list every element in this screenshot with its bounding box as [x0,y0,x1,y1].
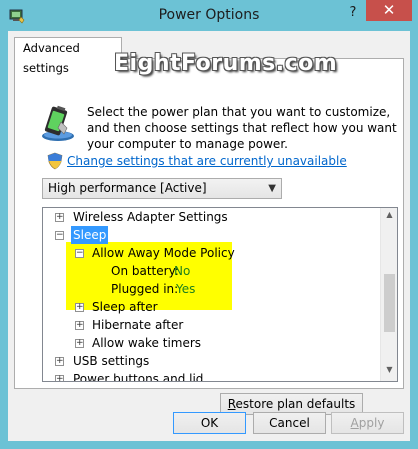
tree-item-sleep[interactable]: − Sleep [43,226,383,244]
chevron-down-icon[interactable]: ▼ [268,179,276,198]
power-options-window: Power Options ? ✕ EightForums.com Advanc… [0,0,418,449]
title-bar[interactable]: Power Options ? ✕ [0,0,418,32]
restore-label: estore plan defaults [235,397,356,411]
collapse-minus-icon[interactable]: − [75,249,84,258]
apply-label: pply [358,416,385,430]
expand-plus-icon[interactable]: + [75,303,84,312]
collapse-minus-icon[interactable]: − [55,231,64,240]
tree-item-label: On battery: [111,264,179,278]
tree-item-plugged-in[interactable]: Plugged in: Yes [43,280,383,298]
tree-item-label: Wireless Adapter Settings [73,210,228,224]
vertical-scrollbar[interactable]: ▲ ▼ [380,208,397,381]
tab-panel: Select the power plan that you want to c… [14,58,404,415]
power-plan-dropdown[interactable]: High performance [Active] ▼ [42,178,282,199]
expand-plus-icon[interactable]: + [55,213,64,222]
dialog-client-area: EightForums.com Advanced settings Select… [8,31,410,441]
plugged-in-value[interactable]: Yes [176,280,195,298]
on-battery-value[interactable]: No [174,262,190,280]
tree-item-usb-settings[interactable]: + USB settings [43,352,383,370]
tree-item-label: USB settings [73,354,150,368]
apply-access-key: A [350,416,359,430]
tree-item-label: Power buttons and lid [73,372,204,382]
battery-icon [42,105,74,141]
tree-item-label: Hibernate after [92,318,184,332]
change-settings-link[interactable]: Change settings that are currently unava… [67,154,347,168]
ok-button[interactable]: OK [173,412,246,434]
tree-item-label: Sleep [71,226,109,244]
tab-advanced-settings[interactable]: Advanced settings [14,37,122,75]
apply-button[interactable]: Apply [331,412,404,434]
tree-item-hibernate-after[interactable]: + Hibernate after [43,316,383,334]
scroll-up-arrow-icon[interactable]: ▲ [381,210,397,224]
description-text: Select the power plan that you want to c… [87,105,397,151]
tree-item-label: Sleep after [92,300,158,314]
tree-item-sleep-after[interactable]: + Sleep after [43,298,383,316]
power-plan-selected-value: High performance [Active] [48,181,207,195]
cancel-button[interactable]: Cancel [253,412,326,434]
tree-item-allow-away-mode[interactable]: − Allow Away Mode Policy [43,244,383,262]
close-button[interactable]: ✕ [366,0,412,21]
help-button[interactable]: ? [340,3,366,23]
restore-access-key: R [227,397,236,411]
tree-item-wireless-adapter[interactable]: + Wireless Adapter Settings [43,208,383,226]
uac-shield-icon [47,152,63,170]
expand-plus-icon[interactable]: + [75,321,84,330]
scroll-thumb[interactable] [384,274,395,332]
tree-item-allow-wake-timers[interactable]: + Allow wake timers [43,334,383,352]
expand-plus-icon[interactable]: + [55,375,64,381]
watermark: EightForums.com [114,51,338,76]
expand-plus-icon[interactable]: + [55,357,64,366]
tree-item-label: Allow wake timers [92,336,202,350]
tree-item-label: Allow Away Mode Policy [92,246,235,260]
tree-item-power-buttons-lid[interactable]: + Power buttons and lid [43,370,383,382]
tree-item-on-battery[interactable]: On battery: No [43,262,383,280]
settings-tree[interactable]: + Wireless Adapter Settings − Sleep − Al… [42,207,398,382]
scroll-down-arrow-icon[interactable]: ▼ [381,365,397,379]
tree-item-label: Plugged in: [111,282,179,296]
expand-plus-icon[interactable]: + [75,339,84,348]
